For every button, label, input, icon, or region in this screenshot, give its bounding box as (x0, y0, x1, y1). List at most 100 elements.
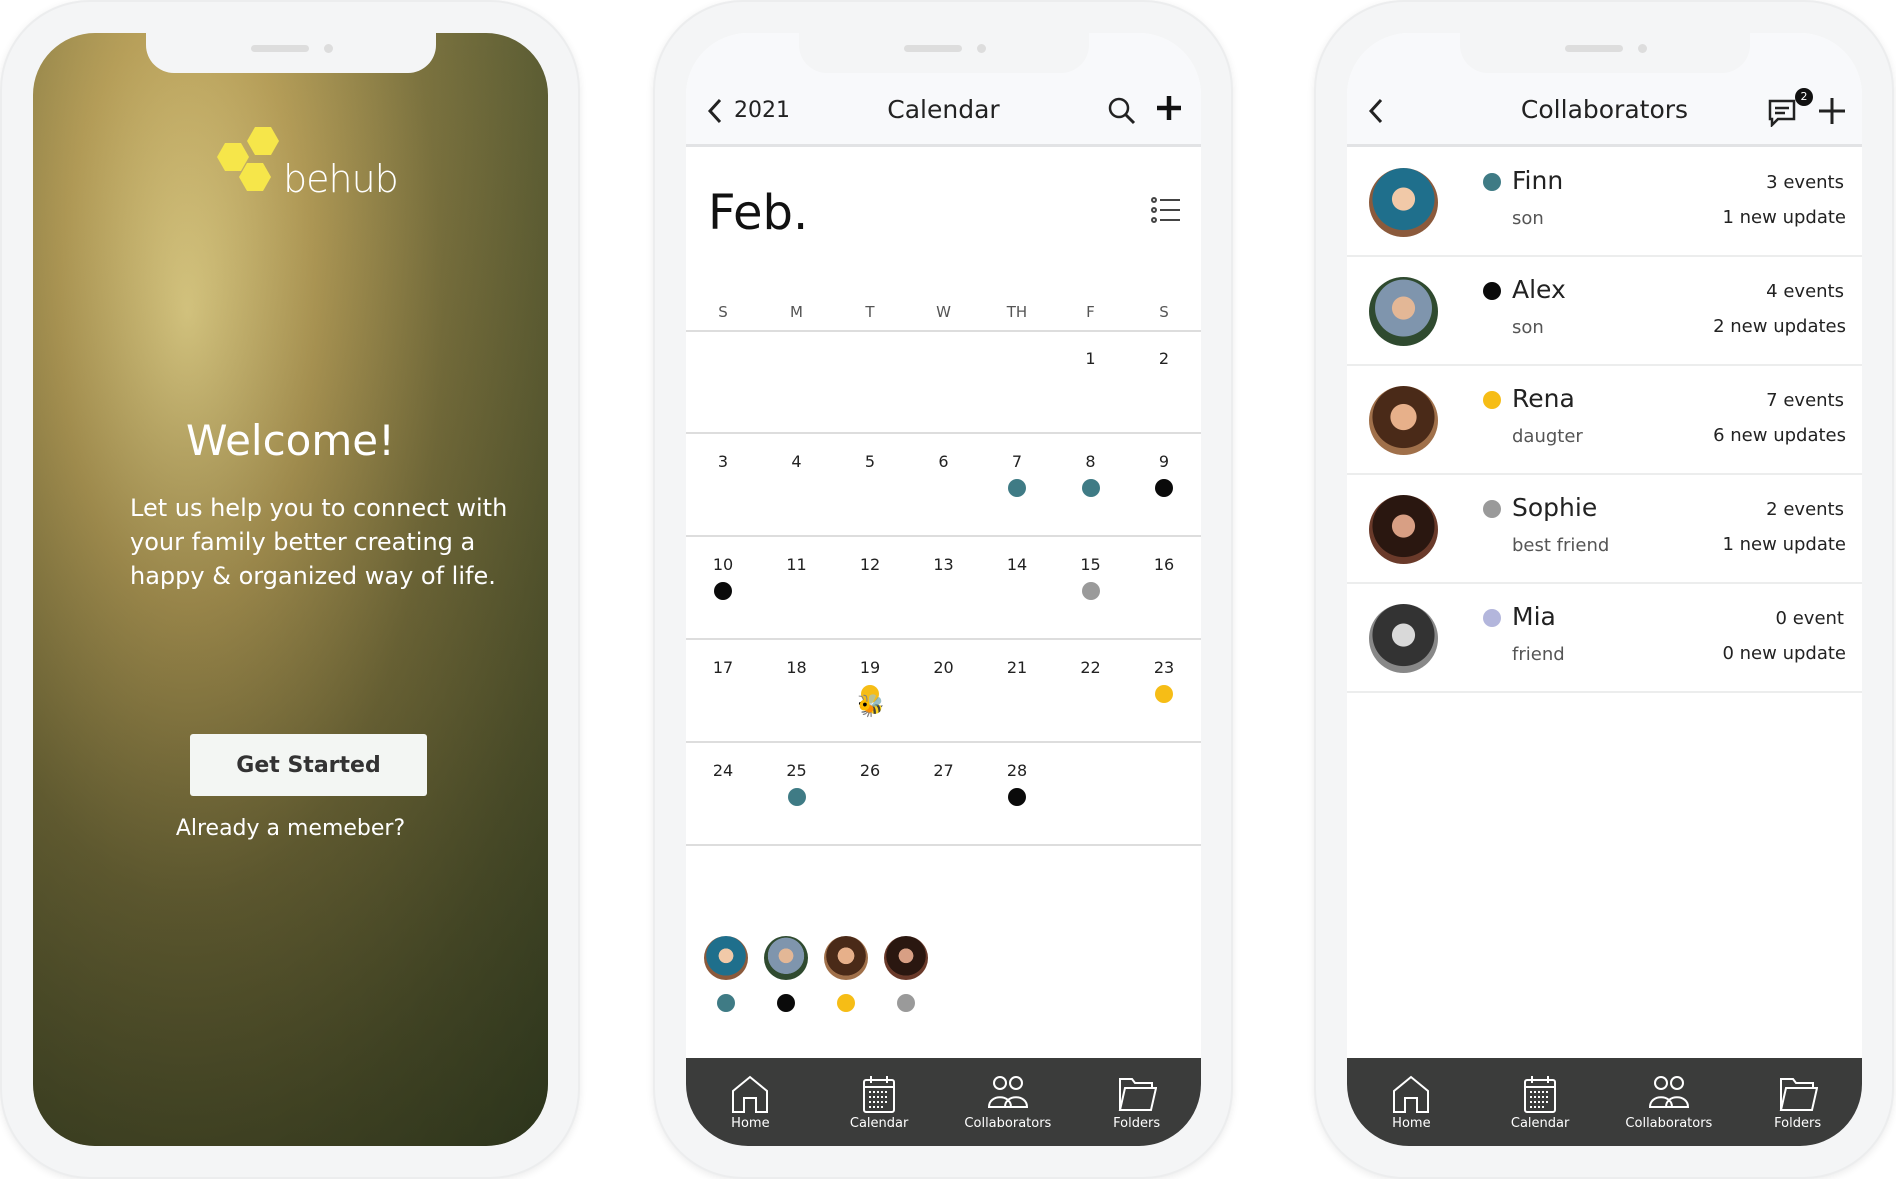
tab-calendar[interactable]: Calendar (824, 1074, 934, 1131)
calendar-day-6[interactable]: 6 (907, 434, 981, 535)
event-dot[interactable] (1155, 479, 1173, 497)
collaborator-name: Mia (1512, 602, 1556, 631)
event-dot[interactable] (787, 788, 806, 806)
tab-home[interactable]: Home (1356, 1074, 1466, 1131)
day-number: 12 (859, 555, 881, 574)
weekday-label: F (1086, 303, 1095, 321)
get-started-button[interactable]: Get Started (190, 734, 427, 796)
calendar-day-9[interactable]: 9 (1127, 434, 1201, 535)
day-number: 8 (1085, 452, 1096, 471)
plus-icon[interactable] (1817, 96, 1847, 126)
event-dot[interactable] (714, 582, 732, 600)
plus-icon[interactable] (1154, 93, 1184, 123)
event-dot[interactable] (1155, 685, 1173, 703)
tab-collaborators[interactable]: Collaborators (953, 1074, 1063, 1131)
tab-calendar[interactable]: Calendar (1485, 1074, 1595, 1131)
legend-avatar[interactable] (764, 936, 808, 1016)
tab-folders[interactable]: Folders (1743, 1074, 1853, 1131)
calendar-day-20[interactable]: 20 (907, 640, 981, 741)
calendar-day-12[interactable]: 12 (833, 537, 907, 638)
collaborator-row[interactable]: Alex son 4 events 2 new updates (1347, 257, 1862, 366)
collaborator-row[interactable]: Rena daugter 7 events 6 new updates (1347, 366, 1862, 475)
day-number: 15 (1080, 555, 1101, 574)
collaborator-name: Rena (1512, 384, 1575, 413)
tab-folders[interactable]: Folders (1082, 1074, 1192, 1131)
calendar-day-24[interactable]: 24 (686, 743, 760, 844)
day-number: 20 (933, 658, 954, 677)
already-member-link[interactable]: Already a memeber? (33, 816, 548, 841)
avatar (704, 936, 748, 980)
weekday-label: TH (1006, 303, 1028, 321)
calendar-day-27[interactable]: 27 (907, 743, 981, 844)
calendar-day-4[interactable]: 4 (760, 434, 834, 535)
weekday-label: S (1159, 303, 1169, 321)
calendar-day-25[interactable]: 25 (760, 743, 834, 844)
event-dot[interactable] (1008, 788, 1026, 806)
calendar-day-11[interactable]: 11 (760, 537, 834, 638)
calendar-day-21[interactable]: 21 (980, 640, 1054, 741)
weekday-label: M (790, 303, 803, 321)
avatar (884, 936, 928, 980)
calendar-day-2[interactable]: 2 (1127, 331, 1201, 432)
collaborator-row[interactable]: Sophie best friend 2 events 1 new update (1347, 475, 1862, 584)
legend-avatar[interactable] (824, 936, 868, 1016)
update-count: 1 new update (1722, 534, 1846, 555)
message-icon[interactable] (1767, 95, 1799, 127)
bee-icon: 🐝 (857, 694, 885, 719)
day-number: 10 (712, 555, 734, 574)
update-count: 1 new update (1722, 207, 1846, 228)
calendar-day-23[interactable]: 23 (1127, 640, 1201, 741)
welcome-screen: behub Welcome! Let us help you to connec… (33, 33, 548, 1146)
calendar-day-7[interactable]: 7 (980, 434, 1054, 535)
calendar-day-1[interactable]: 1 (1054, 331, 1128, 432)
legend-avatar[interactable] (884, 936, 928, 1016)
calendar-day-16[interactable]: 16 (1127, 537, 1201, 638)
calendar-day-28[interactable]: 28 (980, 743, 1054, 844)
search-icon[interactable] (1107, 96, 1137, 126)
calendar-day-17[interactable]: 17 (686, 640, 760, 741)
color-dot (1483, 173, 1501, 191)
avatar (1369, 168, 1438, 237)
list-view-icon[interactable] (1151, 197, 1181, 223)
calendar-week-row: 24 25 26 27 28 (686, 743, 1201, 846)
tab-collaborators[interactable]: Collaborators (1614, 1074, 1724, 1131)
calendar-day-22[interactable]: 22 (1054, 640, 1128, 741)
weekday-label: W (936, 303, 951, 321)
day-number: 27 (933, 761, 954, 780)
calendar-day-3[interactable]: 3 (686, 434, 760, 535)
calendar-day-13[interactable]: 13 (907, 537, 981, 638)
day-number: 22 (1080, 658, 1101, 677)
calendar-day-26[interactable]: 26 (833, 743, 907, 844)
collaborator-relation: son (1512, 317, 1544, 338)
tab-home[interactable]: Home (695, 1074, 805, 1131)
day-number: 26 (859, 761, 881, 780)
event-count: 0 event (1775, 608, 1844, 629)
phone-welcome: behub Welcome! Let us help you to connec… (0, 0, 580, 1179)
weekday-label: T (865, 303, 875, 321)
event-dot[interactable] (1081, 479, 1100, 497)
color-dot (777, 994, 795, 1012)
calendar-day-14[interactable]: 14 (980, 537, 1054, 638)
legend-avatar[interactable] (704, 936, 748, 1016)
collaborator-row[interactable]: Mia friend 0 event 0 new update (1347, 584, 1862, 693)
welcome-paragraph: Let us help you to connect with your fam… (130, 494, 508, 590)
notch (799, 33, 1089, 73)
avatar (1369, 277, 1438, 346)
calendar-day-5[interactable]: 5 (833, 434, 907, 535)
calendar-day-19[interactable]: 19 🐝 (833, 640, 907, 741)
collaborator-relation: friend (1512, 644, 1565, 665)
avatar (824, 936, 868, 980)
message-badge: 2 (1795, 88, 1813, 106)
calendar-day-15[interactable]: 15 (1054, 537, 1128, 638)
event-dot[interactable] (1081, 582, 1100, 600)
collaborator-row[interactable]: Finn son 3 events 1 new update (1347, 148, 1862, 257)
day-number: 24 (712, 761, 734, 780)
notch (1460, 33, 1750, 73)
calendar-day-10[interactable]: 10 (686, 537, 760, 638)
calendar-day-18[interactable]: 18 (760, 640, 834, 741)
tab-label: Collaborators (1625, 1115, 1713, 1131)
event-dot[interactable] (1008, 479, 1026, 497)
day-number: 13 (933, 555, 954, 574)
collaborators-icon (1648, 1075, 1689, 1108)
calendar-day-8[interactable]: 8 (1054, 434, 1128, 535)
